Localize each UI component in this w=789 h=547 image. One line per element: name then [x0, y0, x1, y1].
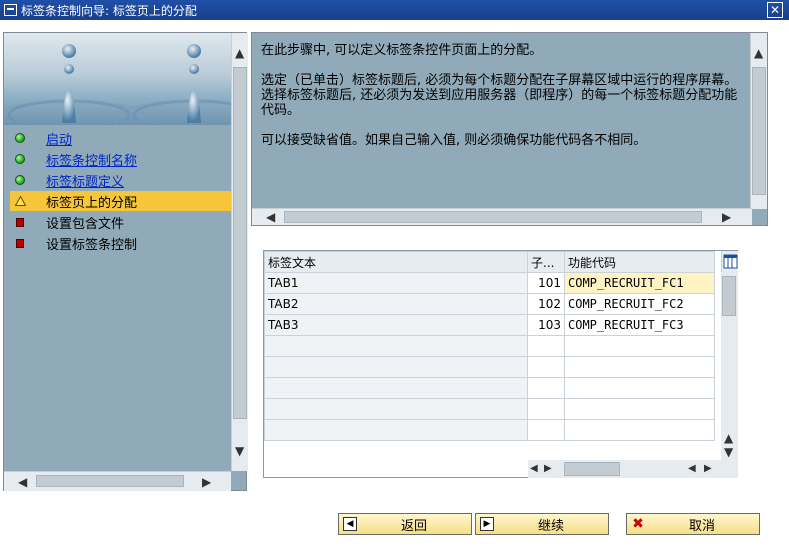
continue-button[interactable]: ▶ 继续 — [475, 513, 609, 535]
scroll-thumb[interactable] — [564, 462, 620, 476]
table-row — [264, 356, 715, 378]
step-start[interactable]: 启动 — [10, 128, 231, 148]
step-tabstrip-control[interactable]: 设置标签条控制 — [10, 233, 231, 253]
step-tabstrip-name[interactable]: 标签条控制名称 — [10, 149, 231, 169]
window-title: 标签条控制向导: 标签页上的分配 — [21, 3, 197, 18]
green-dot-icon — [15, 154, 25, 164]
scroll-up-icon[interactable]: ▲ — [724, 432, 733, 444]
table-row — [264, 335, 715, 357]
cancel-x-icon: ✖ — [632, 516, 644, 532]
info-vertical-scrollbar[interactable]: ▲ — [750, 33, 767, 209]
scroll-thumb[interactable] — [752, 67, 766, 195]
scroll-down-icon[interactable]: ▼ — [235, 445, 244, 457]
window-icon — [4, 4, 17, 16]
wizard-steps-panel: 启动 标签条控制名称 标签标题定义 标签页上的分配 设置包含文件 设置标签条控制… — [3, 32, 248, 491]
continue-button-label: 继续 — [537, 518, 564, 534]
step-label: 标签标题定义 — [46, 174, 125, 190]
cell-subscreen[interactable]: 101 — [527, 272, 565, 294]
continue-icon: ▶ — [480, 517, 494, 531]
step-label: 启动 — [46, 132, 73, 148]
table-settings-icon[interactable] — [721, 251, 738, 272]
scroll-down-icon[interactable]: ▼ — [724, 446, 733, 458]
column-header-tab-text[interactable]: 标签文本 — [264, 251, 528, 273]
cell-tab-text: TAB3 — [264, 314, 528, 336]
scroll-left-icon[interactable]: ◀ — [266, 211, 275, 223]
info-text-panel: 在此步骤中, 可以定义标签条控件页面上的分配。 选定（已单击）标签标题后, 必须… — [251, 32, 768, 226]
close-icon[interactable]: ✕ — [767, 2, 783, 18]
info-text: 在此步骤中, 可以定义标签条控件页面上的分配。 选定（已单击）标签标题后, 必须… — [261, 43, 741, 163]
step-include-files[interactable]: 设置包含文件 — [10, 212, 231, 232]
scroll-up-icon[interactable]: ▲ — [235, 47, 244, 59]
cell-subscreen[interactable]: 103 — [527, 314, 565, 336]
cell-subscreen[interactable]: 102 — [527, 293, 565, 315]
red-square-icon — [16, 217, 24, 227]
wizard-steps-list: 启动 标签条控制名称 标签标题定义 标签页上的分配 设置包含文件 设置标签条控制 — [10, 125, 231, 471]
green-dot-icon — [15, 175, 25, 185]
step-label: 标签条控制名称 — [46, 153, 138, 169]
info-paragraph: 选定（已单击）标签标题后, 必须为每个标题分配在子屏幕区域中运行的程序屏幕。 — [261, 73, 738, 88]
scroll-thumb[interactable] — [284, 211, 702, 223]
step-tab-assignment[interactable]: 标签页上的分配 — [10, 191, 231, 211]
cell-function-code[interactable]: COMP_RECRUIT_FC3 — [564, 314, 715, 336]
table-row — [264, 419, 715, 441]
scroll-left-icon[interactable]: ◀ — [18, 476, 27, 488]
scroll-up-icon[interactable]: ▲ — [754, 47, 763, 59]
info-paragraph: 可以接受缺省值。如果自己输入值, 则必须确保功能代码各不相同。 — [261, 133, 647, 148]
info-paragraph: 在此步骤中, 可以定义标签条控件页面上的分配。 — [261, 43, 543, 58]
table-row — [264, 377, 715, 399]
back-icon: ◀ — [343, 517, 357, 531]
info-horizontal-scrollbar[interactable]: ◀ ▶ — [252, 208, 752, 225]
scroll-left-icon[interactable]: ◀ — [688, 463, 696, 475]
left-horizontal-scrollbar[interactable]: ◀ ▶ — [4, 471, 231, 491]
green-dot-icon — [15, 133, 25, 143]
step-label: 设置标签条控制 — [46, 237, 138, 253]
back-button-label: 返回 — [400, 518, 427, 534]
table-row: TAB3 103 COMP_RECRUIT_FC3 — [264, 314, 715, 336]
scroll-right-icon[interactable]: ▶ — [722, 211, 731, 223]
column-header-subscreen[interactable]: 子... — [527, 251, 565, 273]
back-button[interactable]: ◀ 返回 — [338, 513, 472, 535]
cell-tab-text: TAB2 — [264, 293, 528, 315]
scroll-right-icon[interactable]: ▶ — [704, 463, 712, 475]
water-drop-image — [4, 33, 231, 125]
table-horizontal-scrollbar[interactable]: ◀ ▶ ◀ ▶ — [528, 460, 738, 478]
column-header-function-code[interactable]: 功能代码 — [564, 251, 715, 273]
step-label: 标签页上的分配 — [46, 195, 138, 211]
warning-triangle-icon — [15, 196, 26, 206]
step-tab-titles[interactable]: 标签标题定义 — [10, 170, 231, 190]
red-square-icon — [16, 238, 24, 248]
table-row: TAB1 101 COMP_RECRUIT_FC1 — [264, 272, 715, 294]
scroll-right-icon[interactable]: ▶ — [544, 463, 552, 475]
cancel-button-label: 取消 — [688, 518, 715, 534]
cell-function-code[interactable]: COMP_RECRUIT_FC2 — [564, 293, 715, 315]
scroll-thumb[interactable] — [722, 276, 736, 316]
left-vertical-scrollbar[interactable]: ▲ ▼ — [231, 33, 248, 471]
table-row — [264, 398, 715, 420]
step-label: 设置包含文件 — [46, 216, 125, 232]
scroll-left-icon[interactable]: ◀ — [530, 463, 538, 475]
cell-tab-text: TAB1 — [264, 272, 528, 294]
cancel-button[interactable]: ✖ 取消 — [626, 513, 760, 535]
window-titlebar: 标签条控制向导: 标签页上的分配 ✕ — [0, 0, 789, 20]
scroll-right-icon[interactable]: ▶ — [202, 476, 211, 488]
table-vertical-scrollbar[interactable]: ▲ ▼ — [721, 272, 738, 460]
table-row: TAB2 102 COMP_RECRUIT_FC2 — [264, 293, 715, 315]
info-paragraph: 选择标签标题后, 还必须为发送到应用服务器（即程序）的每一个标签标题分配功能代码… — [261, 88, 738, 118]
scroll-thumb[interactable] — [36, 475, 184, 487]
scroll-thumb[interactable] — [233, 67, 247, 419]
cell-function-code[interactable]: COMP_RECRUIT_FC1 — [564, 272, 715, 294]
tab-assignment-table: 标签文本 子... 功能代码 TAB1 101 COMP_RECRUIT_FC1… — [263, 250, 738, 478]
